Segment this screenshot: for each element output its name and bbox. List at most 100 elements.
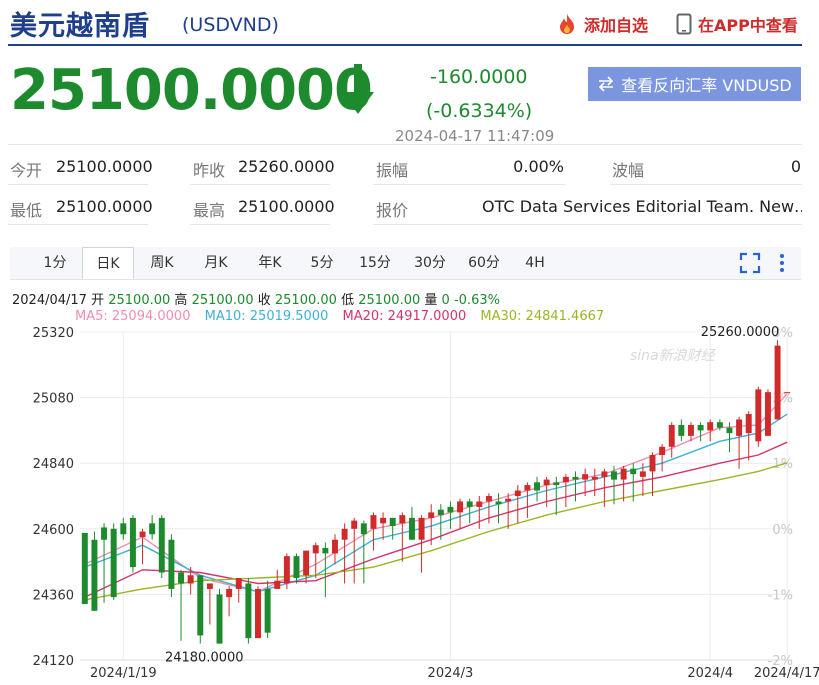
candle-body[interactable] <box>158 517 165 573</box>
tab-5min[interactable]: 5分 <box>300 247 344 279</box>
candle-body[interactable] <box>293 556 300 578</box>
candle-body[interactable] <box>553 482 560 486</box>
candle-body[interactable] <box>380 517 387 524</box>
candle-body[interactable] <box>341 528 348 540</box>
candle-body[interactable] <box>399 515 406 524</box>
candle-body[interactable] <box>322 547 329 554</box>
candle-body[interactable] <box>283 556 290 584</box>
candle-body[interactable] <box>331 539 338 554</box>
tab-30min[interactable]: 30分 <box>405 247 455 279</box>
candle-body[interactable] <box>168 539 175 589</box>
candle-body[interactable] <box>707 422 714 431</box>
candle-body[interactable] <box>764 392 771 436</box>
candle-body[interactable] <box>360 523 367 535</box>
candle-body[interactable] <box>784 392 791 394</box>
candle-body[interactable] <box>582 474 589 480</box>
x-tick-label: 2024/4/17 <box>754 666 819 681</box>
candle-body[interactable] <box>591 476 598 480</box>
open-value: 25100.0000 <box>56 157 153 176</box>
candle-body[interactable] <box>303 550 310 576</box>
candle-body[interactable] <box>110 528 117 598</box>
high-label: 最高 <box>193 201 226 220</box>
candle-body[interactable] <box>687 424 694 436</box>
candle-body[interactable] <box>601 471 608 477</box>
tab-15min[interactable]: 15分 <box>350 247 400 279</box>
candle-body[interactable] <box>716 422 723 428</box>
candle-body[interactable] <box>630 468 637 475</box>
candle-body[interactable] <box>139 531 146 537</box>
candle-body[interactable] <box>370 515 377 529</box>
candle-body[interactable] <box>178 572 185 584</box>
candle-body[interactable] <box>120 523 127 535</box>
info-high-label: 高 <box>174 293 188 308</box>
candle-body[interactable] <box>101 527 108 540</box>
tab-4h[interactable]: 4H <box>515 247 555 279</box>
candle-body[interactable] <box>197 575 204 636</box>
candle-body[interactable] <box>312 545 319 554</box>
candle-body[interactable] <box>534 482 541 491</box>
candle-body[interactable] <box>274 580 281 589</box>
info-open: 25100.00 <box>108 293 171 308</box>
candle-body[interactable] <box>485 496 492 502</box>
candle-body[interactable] <box>611 471 617 480</box>
candle-body[interactable] <box>668 424 675 447</box>
high-value: 25100.0000 <box>238 197 335 216</box>
candle-body[interactable] <box>129 517 136 568</box>
fullscreen-icon[interactable] <box>739 252 761 274</box>
candle-body[interactable] <box>91 539 98 611</box>
candle-body[interactable] <box>774 345 781 420</box>
candle-body[interactable] <box>543 479 550 486</box>
candle-body[interactable] <box>524 485 531 491</box>
candle-body[interactable] <box>408 517 415 540</box>
candle-body[interactable] <box>678 424 685 436</box>
candle-body[interactable] <box>187 575 194 584</box>
candle-body[interactable] <box>206 583 213 589</box>
candle-body[interactable] <box>255 588 261 639</box>
candle-body[interactable] <box>418 517 425 540</box>
candle-body[interactable] <box>149 523 156 535</box>
candle-body[interactable] <box>235 578 242 589</box>
candle-body[interactable] <box>437 509 444 516</box>
candle-body[interactable] <box>726 427 733 434</box>
candle-body[interactable] <box>476 501 483 507</box>
candle-body[interactable] <box>562 476 569 483</box>
candle-body[interactable] <box>351 520 358 529</box>
info-volume-label: 量 <box>424 293 438 308</box>
candle-body[interactable] <box>466 501 473 507</box>
tab-yearly[interactable]: 年K <box>246 247 294 279</box>
tab-weekly[interactable]: 周K <box>138 247 186 279</box>
candle-body[interactable] <box>495 501 502 505</box>
candle-body[interactable] <box>428 512 435 518</box>
candle-body[interactable] <box>264 588 271 633</box>
y-tick-label: 25320 <box>33 326 74 341</box>
candle-body[interactable] <box>457 501 464 513</box>
candle-body[interactable] <box>659 446 666 455</box>
candle-body[interactable] <box>245 583 252 639</box>
candle-body[interactable] <box>620 468 627 480</box>
candle-body[interactable] <box>514 490 521 496</box>
tab-daily[interactable]: 日K <box>82 247 134 279</box>
candle-body[interactable] <box>572 476 579 480</box>
wave-value: 0 <box>790 157 801 176</box>
reverse-rate-button[interactable]: 查看反向汇率 VNDUSD <box>588 67 801 101</box>
more-icon[interactable] <box>776 252 788 274</box>
tab-monthly[interactable]: 月K <box>192 247 240 279</box>
candle-body[interactable] <box>736 419 743 436</box>
candle-body[interactable] <box>639 471 646 477</box>
candle-body[interactable] <box>745 414 752 434</box>
page-title: 美元越南盾 <box>10 11 150 42</box>
candle-body[interactable] <box>81 532 88 604</box>
tab-60min[interactable]: 60分 <box>459 247 509 279</box>
candle-body[interactable] <box>697 424 704 431</box>
add-favorite-button[interactable]: 添加自选 <box>556 12 648 36</box>
candle-body[interactable] <box>505 498 512 502</box>
view-in-app-button[interactable]: 在APP中查看 <box>676 12 798 36</box>
tab-1min[interactable]: 1分 <box>32 247 78 279</box>
candle-body[interactable] <box>216 594 223 644</box>
candlestick-chart[interactable]: sina新浪财经 241202436024600248402508025320 … <box>0 320 819 685</box>
candle-body[interactable] <box>389 517 396 527</box>
candle-body[interactable] <box>447 506 454 513</box>
candle-body[interactable] <box>755 389 762 442</box>
candle-body[interactable] <box>226 588 233 598</box>
candle-body[interactable] <box>649 455 656 472</box>
